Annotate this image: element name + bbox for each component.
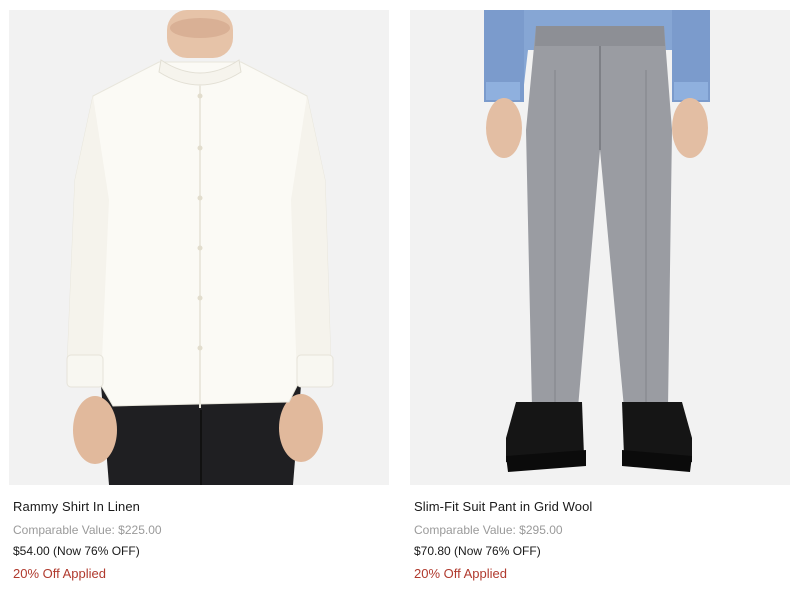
product-info: Rammy Shirt In Linen Comparable Value: $… bbox=[9, 485, 389, 581]
sale-price: $54.00 (Now 76% OFF) bbox=[13, 544, 140, 558]
white-linen-shirt-image bbox=[9, 10, 389, 485]
product-name[interactable]: Slim-Fit Suit Pant in Grid Wool bbox=[414, 499, 592, 514]
product-name[interactable]: Rammy Shirt In Linen bbox=[13, 499, 140, 514]
product-image-pant[interactable] bbox=[410, 10, 790, 485]
promo-badge: 20% Off Applied bbox=[414, 566, 507, 581]
product-grid: Rammy Shirt In Linen Comparable Value: $… bbox=[0, 0, 794, 589]
sale-price: $70.80 (Now 76% OFF) bbox=[414, 544, 541, 558]
grey-suit-pant-image bbox=[410, 10, 790, 485]
product-card[interactable]: Slim-Fit Suit Pant in Grid Wool Comparab… bbox=[410, 10, 790, 581]
product-card[interactable]: Rammy Shirt In Linen Comparable Value: $… bbox=[9, 10, 389, 581]
product-info: Slim-Fit Suit Pant in Grid Wool Comparab… bbox=[410, 485, 790, 581]
promo-badge: 20% Off Applied bbox=[13, 566, 106, 581]
comparable-value: Comparable Value: $295.00 bbox=[414, 523, 563, 537]
product-image-shirt[interactable] bbox=[9, 10, 389, 485]
comparable-value: Comparable Value: $225.00 bbox=[13, 523, 162, 537]
